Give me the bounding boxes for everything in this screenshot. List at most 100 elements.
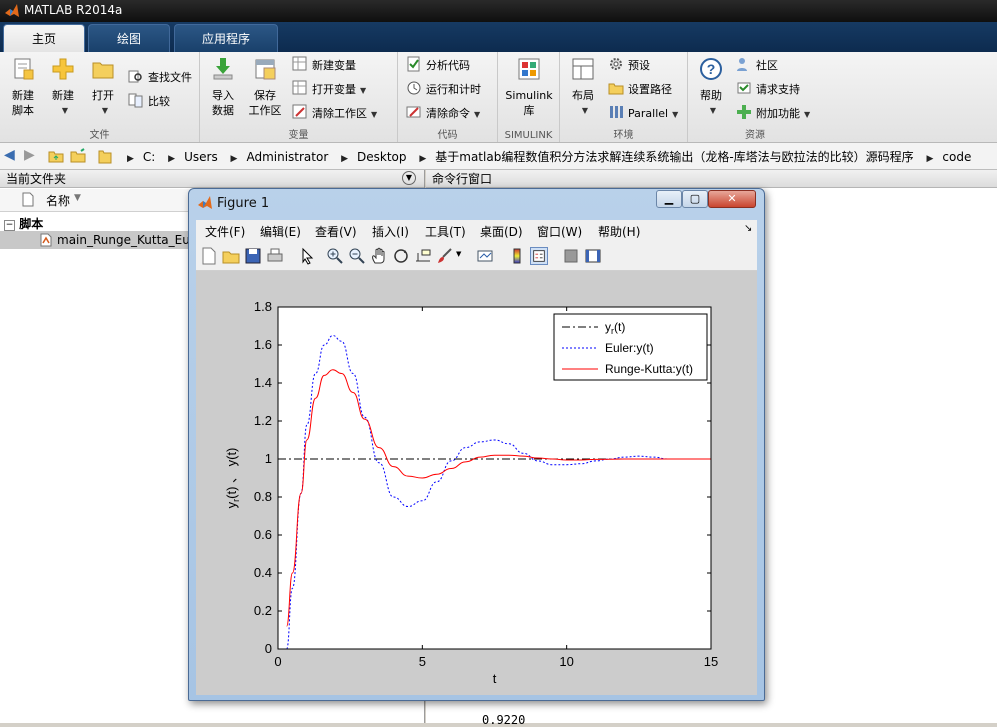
brush-icon[interactable] <box>436 247 454 265</box>
insert-colorbar-icon[interactable] <box>508 247 526 265</box>
pan-hand-icon[interactable] <box>370 247 388 265</box>
open-variable-button[interactable]: 打开变量 ▼ <box>292 80 366 100</box>
y-tick-label: 1.4 <box>254 375 272 390</box>
save-workspace-icon <box>255 59 276 80</box>
layout-button[interactable]: 布局 ▼ <box>560 56 606 118</box>
menu-desktop[interactable]: 桌面(D) <box>480 223 523 240</box>
rotate-3d-icon[interactable] <box>392 247 410 265</box>
panel-menu-icon[interactable]: ▼ <box>402 171 416 185</box>
preferences-button[interactable]: 预设 <box>608 56 650 76</box>
y-tick-label: 1.8 <box>254 299 272 314</box>
menu-file[interactable]: 文件(F) <box>205 223 245 240</box>
maximize-button[interactable]: ▢ <box>682 190 708 208</box>
simulink-section: Simulink 库 SIMULINK <box>498 52 560 142</box>
open-file-icon[interactable] <box>222 247 240 265</box>
breadcrumb-item[interactable]: Desktop <box>357 150 407 164</box>
open-variable-icon <box>292 80 307 95</box>
breadcrumb: ▶ C: ▶ Users ▶ Administrator ▶ Desktop ▶ 基于ma… <box>118 148 971 165</box>
analyze-code-button[interactable]: 分析代码 <box>406 56 470 76</box>
column-name-header[interactable]: 名称 <box>46 192 70 209</box>
save-icon[interactable] <box>244 247 262 265</box>
pointer-icon[interactable] <box>298 247 316 265</box>
simulink-library-icon <box>518 58 540 80</box>
resources-section: ? 帮助 ▼ 社区 请求支持 附加功能 ▼ 资源 <box>688 52 822 142</box>
chevron-down-icon: ▼ <box>101 106 109 115</box>
breadcrumb-item[interactable]: 基于matlab编程数值积分方法求解连续系统输出（龙格-库塔法与欧拉法的比较）源… <box>435 150 913 164</box>
tab-plots[interactable]: 绘图 <box>88 24 170 52</box>
matlab-logo-icon <box>5 4 19 17</box>
collapse-icon[interactable]: − <box>4 220 15 231</box>
x-tick-label: 15 <box>704 654 718 669</box>
x-tick-label: 0 <box>274 654 281 669</box>
legend[interactable]: yr(t) Euler:y(t) Runge-Kutta:y(t) <box>553 313 708 381</box>
breadcrumb-item[interactable]: code <box>942 150 971 164</box>
figure-title: Figure 1 <box>217 196 270 211</box>
hide-plot-tools-icon[interactable] <box>562 247 580 265</box>
open-button[interactable]: 打开 ▼ <box>80 56 126 118</box>
close-button[interactable]: ✕ <box>708 190 756 208</box>
y-tick-label: 1.2 <box>254 413 272 428</box>
clear-commands-icon <box>406 106 421 118</box>
chevron-down-icon: ▼ <box>804 110 811 119</box>
menu-edit[interactable]: 编辑(E) <box>260 223 301 240</box>
browse-folder-icon[interactable] <box>70 148 86 164</box>
layout-icon <box>572 58 594 80</box>
x-axis-label: t <box>493 671 497 686</box>
command-window-title: 命令行窗口 <box>432 172 493 186</box>
simulink-library-button[interactable]: Simulink 库 <box>504 56 554 118</box>
menu-window[interactable]: 窗口(W) <box>537 223 582 240</box>
plot-area[interactable]: 0 5 10 15 0 0.2 0.4 0.6 0.8 1 1.2 1.4 1.6 1.8 yr(t) Eu… <box>196 271 757 695</box>
run-and-time-button[interactable]: 运行和计时 <box>406 80 481 100</box>
breadcrumb-item[interactable]: Users <box>184 150 218 164</box>
chevron-down-icon[interactable]: ▼ <box>456 250 461 258</box>
breadcrumb-item[interactable]: C: <box>143 150 155 164</box>
resources-section-label: 资源 <box>745 130 765 141</box>
set-path-label: 设置路径 <box>628 83 672 96</box>
request-support-button[interactable]: 请求支持 <box>736 80 800 100</box>
help-button[interactable]: ? 帮助 ▼ <box>688 56 734 118</box>
zoom-in-icon[interactable] <box>326 247 344 265</box>
new-variable-button[interactable]: 新建变量 <box>292 56 356 76</box>
menu-tools[interactable]: 工具(T) <box>425 223 466 240</box>
minimize-button[interactable]: ▁ <box>656 190 682 208</box>
tab-apps[interactable]: 应用程序 <box>174 24 278 52</box>
show-plot-tools-icon[interactable] <box>584 247 602 265</box>
group-header[interactable]: − 脚本 <box>4 215 43 232</box>
clear-workspace-button[interactable]: 清除工作区 ▼ <box>292 104 377 124</box>
file-column-icon <box>22 192 34 207</box>
svg-text:?: ? <box>707 61 716 77</box>
import-data-button[interactable]: 导入 数据 <box>200 56 246 118</box>
find-files-button[interactable]: 查找文件 <box>128 68 192 88</box>
back-arrow-icon[interactable]: ◀ <box>4 147 15 163</box>
set-path-button[interactable]: 设置路径 <box>608 80 672 100</box>
add-ons-button[interactable]: 附加功能 ▼ <box>736 104 810 124</box>
data-cursor-icon[interactable] <box>414 247 432 265</box>
new-figure-icon[interactable] <box>200 247 218 265</box>
current-folder-header: 当前文件夹 ▼ <box>0 170 424 188</box>
breadcrumb-item[interactable]: Administrator <box>246 150 328 164</box>
dock-arrow-icon[interactable]: ↘ <box>744 223 752 234</box>
community-button[interactable]: 社区 <box>736 56 778 76</box>
save-workspace-button[interactable]: 保存 工作区 <box>242 56 288 118</box>
variable-section-label: 变量 <box>288 130 309 141</box>
menu-insert[interactable]: 插入(I) <box>372 223 409 240</box>
print-icon[interactable] <box>266 247 284 265</box>
ribbon-tab-strip: 主页 绘图 应用程序 <box>0 22 997 52</box>
zoom-out-icon[interactable] <box>348 247 366 265</box>
clear-commands-button[interactable]: 清除命令 ▼ <box>406 104 480 124</box>
import-data-label: 导入 数据 <box>212 89 234 117</box>
minimize-icon: ▁ <box>664 192 674 205</box>
chevron-down-icon: ▼ <box>371 110 378 119</box>
up-folder-icon[interactable] <box>48 148 64 164</box>
close-icon: ✕ <box>727 192 737 205</box>
menu-view[interactable]: 查看(V) <box>315 223 357 240</box>
insert-legend-icon[interactable] <box>530 247 548 265</box>
matlab-figure-logo-icon <box>198 196 212 209</box>
compare-button[interactable]: 比较 <box>128 92 170 112</box>
menu-help[interactable]: 帮助(H) <box>598 223 640 240</box>
tab-home[interactable]: 主页 <box>3 24 85 52</box>
parallel-button[interactable]: Parallel ▼ <box>608 104 678 124</box>
forward-arrow-icon[interactable]: ▶ <box>24 147 35 163</box>
link-plot-icon[interactable] <box>476 247 494 265</box>
chevron-right-icon: ▶ <box>341 154 349 164</box>
